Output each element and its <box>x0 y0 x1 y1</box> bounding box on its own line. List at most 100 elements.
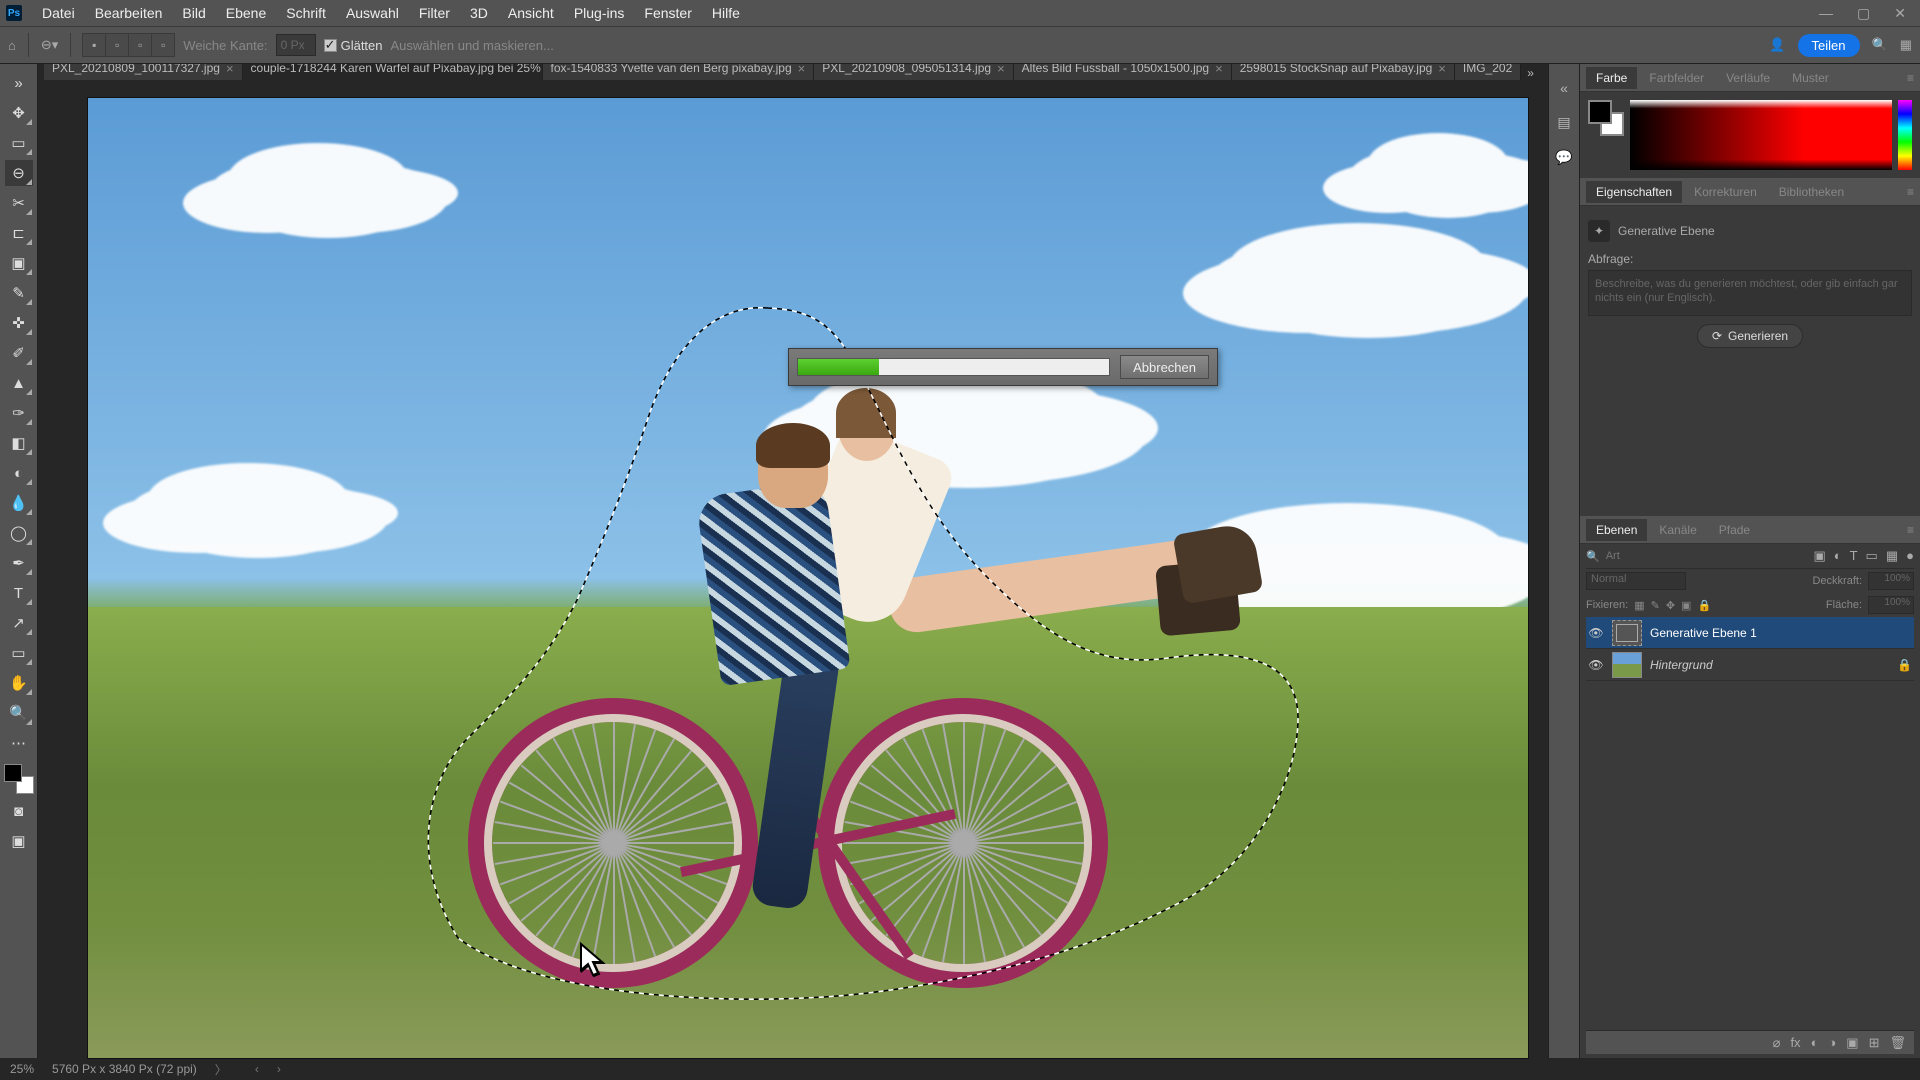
document-tab[interactable]: Altes Bild Fussball - 1050x1500.jpg× <box>1014 64 1232 80</box>
layer-name[interactable]: Generative Ebene 1 <box>1650 626 1757 640</box>
rail-icon[interactable]: ▤ <box>1557 114 1570 131</box>
tab-pfade[interactable]: Pfade <box>1709 519 1760 541</box>
zoom-tool[interactable]: 🔍 <box>5 700 33 726</box>
layer-name[interactable]: Hintergrund <box>1650 658 1713 672</box>
fill-input[interactable]: 100% <box>1868 596 1914 614</box>
nav-next-icon[interactable]: › <box>277 1062 281 1076</box>
menu-bild[interactable]: Bild <box>172 5 215 21</box>
antialias-checkbox[interactable]: Glätten <box>324 38 383 53</box>
eraser-tool[interactable]: ◧ <box>5 430 33 456</box>
heal-tool[interactable]: ✜ <box>5 310 33 336</box>
menu-bearbeiten[interactable]: Bearbeiten <box>85 5 173 21</box>
user-icon[interactable]: 👤 <box>1769 37 1785 53</box>
expand-panels-icon[interactable]: « <box>1560 80 1568 96</box>
filter-shape-icon[interactable]: ▭ <box>1866 548 1878 564</box>
adjustment-icon[interactable]: ◑ <box>1828 1035 1836 1050</box>
tab-farbfelder[interactable]: Farbfelder <box>1639 67 1714 89</box>
move-tool[interactable]: ✥ <box>5 100 33 126</box>
panel-menu-icon[interactable]: ≡ <box>1907 71 1914 85</box>
selection-subtract-icon[interactable]: ▫ <box>128 33 152 57</box>
document-tab[interactable]: IMG_202 <box>1455 64 1521 80</box>
document-tab[interactable]: PXL_20210908_095051314.jpg× <box>814 64 1013 80</box>
filter-adjust-icon[interactable]: ◐ <box>1834 548 1842 564</box>
edit-toolbar-icon[interactable]: ⋯ <box>5 730 33 756</box>
tab-close-icon[interactable]: × <box>1215 64 1223 76</box>
marquee-tool[interactable]: ▭ <box>5 130 33 156</box>
tab-farbe[interactable]: Farbe <box>1586 67 1637 89</box>
document-tab[interactable]: couple-1718244 Karen Warfel auf Pixabay.… <box>243 64 543 80</box>
visibility-icon[interactable]: 👁 <box>1588 626 1604 640</box>
panel-menu-icon[interactable]: ≡ <box>1907 185 1914 199</box>
generate-button[interactable]: ⟳ Generieren <box>1697 324 1803 348</box>
pen-tool[interactable]: ✒ <box>5 550 33 576</box>
tab-korrekturen[interactable]: Korrekturen <box>1684 181 1767 203</box>
search-icon[interactable]: 🔍 <box>1872 37 1888 53</box>
expand-toolbox-icon[interactable]: » <box>5 70 33 96</box>
tab-close-icon[interactable]: × <box>798 64 806 76</box>
lock-trans-icon[interactable]: ▦ <box>1634 599 1644 612</box>
eyedropper-tool[interactable]: ✎ <box>5 280 33 306</box>
zoom-level[interactable]: 25% <box>10 1062 34 1076</box>
layer-filter-input[interactable] <box>1606 550 1666 562</box>
select-and-mask-link[interactable]: Auswählen und maskieren... <box>391 38 554 53</box>
tab-close-icon[interactable]: × <box>997 64 1005 76</box>
tab-eigenschaften[interactable]: Eigenschaften <box>1586 181 1682 203</box>
document-tab[interactable]: fox-1540833 Yvette van den Berg pixabay.… <box>543 64 815 80</box>
menu-datei[interactable]: Datei <box>32 5 85 21</box>
stamp-tool[interactable]: ▲ <box>5 370 33 396</box>
layer-row[interactable]: 👁 Hintergrund 🔒 <box>1586 649 1914 681</box>
menu-filter[interactable]: Filter <box>409 5 460 21</box>
workspace-icon[interactable]: ▦ <box>1900 37 1912 53</box>
minimize-icon[interactable]: — <box>1819 5 1833 22</box>
quick-select-tool[interactable]: ✂ <box>5 190 33 216</box>
tab-close-icon[interactable]: × <box>1438 64 1446 76</box>
selection-intersect-icon[interactable]: ▫ <box>151 33 175 57</box>
filter-toggle-icon[interactable]: ● <box>1906 548 1914 564</box>
search-icon[interactable]: 🔍 <box>1586 550 1600 563</box>
comments-icon[interactable]: 💬 <box>1555 149 1572 166</box>
layer-thumbnail[interactable] <box>1612 652 1642 678</box>
menu-plugins[interactable]: Plug-ins <box>564 5 635 21</box>
new-layer-icon[interactable]: ⊞ <box>1869 1035 1880 1051</box>
document-tab[interactable]: 2598015 StockSnap auf Pixabay.jpg× <box>1232 64 1455 80</box>
dodge-tool[interactable]: ◯ <box>5 520 33 546</box>
menu-hilfe[interactable]: Hilfe <box>702 5 750 21</box>
lock-icon[interactable]: 🔒 <box>1897 658 1912 672</box>
filter-pixel-icon[interactable]: ▣ <box>1813 548 1825 564</box>
close-icon[interactable]: ✕ <box>1894 5 1906 22</box>
frame-tool[interactable]: ▣ <box>5 250 33 276</box>
fg-bg-swatch[interactable] <box>1588 100 1624 136</box>
link-layers-icon[interactable]: ⌀ <box>1773 1035 1781 1051</box>
doc-dimensions[interactable]: 5760 Px x 3840 Px (72 ppi) <box>52 1062 197 1076</box>
menu-ansicht[interactable]: Ansicht <box>498 5 564 21</box>
menu-schrift[interactable]: Schrift <box>276 5 336 21</box>
lock-all-icon[interactable]: 🔒 <box>1697 599 1711 612</box>
visibility-icon[interactable]: 👁 <box>1588 658 1604 672</box>
delete-layer-icon[interactable]: 🗑 <box>1889 1035 1906 1051</box>
lock-paint-icon[interactable]: ✎ <box>1651 599 1660 612</box>
hue-slider[interactable] <box>1898 100 1912 170</box>
tab-bibliotheken[interactable]: Bibliotheken <box>1769 181 1854 203</box>
layer-row[interactable]: 👁 Generative Ebene 1 <box>1586 617 1914 649</box>
mask-icon[interactable]: ◐ <box>1811 1035 1819 1050</box>
tab-ebenen[interactable]: Ebenen <box>1586 519 1647 541</box>
feather-input[interactable]: 0 Px <box>276 34 316 56</box>
selection-add-icon[interactable]: ▫ <box>105 33 129 57</box>
home-icon[interactable]: ⌂ <box>8 38 16 53</box>
menu-ebene[interactable]: Ebene <box>216 5 276 21</box>
nav-prev-icon[interactable]: ‹ <box>255 1062 259 1076</box>
maximize-icon[interactable]: ▢ <box>1857 5 1870 22</box>
blur-tool[interactable]: 💧 <box>5 490 33 516</box>
tab-verlaufe[interactable]: Verläufe <box>1716 67 1780 89</box>
lock-nest-icon[interactable]: ▣ <box>1681 599 1691 612</box>
share-button[interactable]: Teilen <box>1798 34 1860 57</box>
lasso-tool[interactable]: ⊖ <box>5 160 33 186</box>
crop-tool[interactable]: ⊏ <box>5 220 33 246</box>
prompt-input[interactable]: Beschreibe, was du generieren möchtest, … <box>1588 270 1912 316</box>
gradient-tool[interactable]: ◐ <box>5 460 33 486</box>
group-icon[interactable]: ▣ <box>1846 1035 1858 1051</box>
canvas[interactable]: Abbrechen <box>38 80 1548 1058</box>
cancel-button[interactable]: Abbrechen <box>1120 355 1209 379</box>
blend-mode-select[interactable]: Normal <box>1586 572 1686 590</box>
shape-tool[interactable]: ▭ <box>5 640 33 666</box>
